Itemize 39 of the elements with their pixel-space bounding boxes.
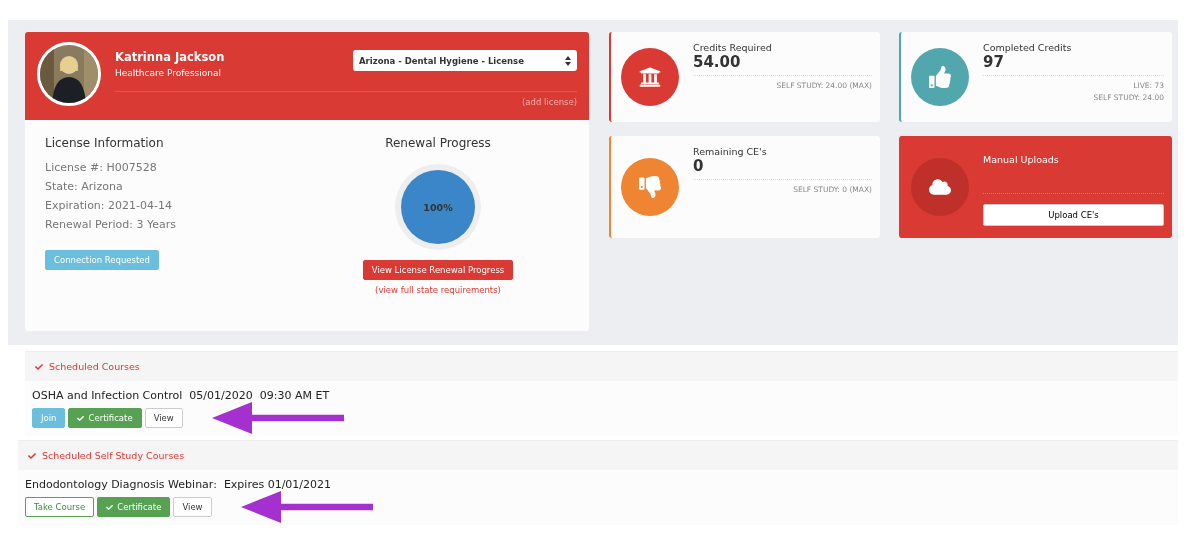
stat-value: 54.00 [693,53,742,71]
stat-value: 0 [693,157,705,175]
user-role: Healthcare Professional [115,68,222,78]
panel-title: Scheduled Self Study Courses [42,450,185,461]
course-title: OSHA and Infection Control 05/01/2020 09:30 AM ET [31,388,331,404]
section-heading: Renewal Progress [385,136,491,150]
section-heading: License Information [45,136,165,150]
check-icon [77,414,85,422]
certificate-button[interactable]: Certificate [97,497,171,517]
sort-icon [565,55,571,66]
view-button[interactable]: View [173,497,212,517]
check-icon [106,503,114,511]
bank-icon [639,66,661,88]
cloud-icon [929,176,951,198]
stat-label: Remaining CE's [693,146,768,157]
license-detail: License #: H007528 [45,160,158,176]
thumbs-down-icon [639,176,661,198]
thumbs-up-icon [929,66,951,88]
stat-label: Completed Credits [983,42,1073,53]
take-button[interactable]: Take Course [25,497,95,517]
progress-reading: 100% [423,201,453,213]
license-select[interactable]: Arizona - Dental Hygiene - License [353,50,577,71]
upload-button[interactable]: Upload CE's [983,204,1164,226]
state-requirements-link[interactable]: (view full state requirements) [375,285,501,295]
add-license-link[interactable]: (add license) [522,97,577,107]
stat-label: Credits Required [693,42,773,53]
license-detail: State: Arizona [45,179,124,195]
license-detail: Renewal Period: 3 Years [45,217,177,233]
user-name: Katrinna Jackson [115,50,225,64]
check-icon [35,362,43,371]
panel-title: Scheduled Courses [49,361,140,372]
course-title: Endodontology Diagnosis Webinar: Expires 01/01/2021 [24,477,333,493]
view-progress-button[interactable]: View License Renewal Progress [362,260,514,280]
license-detail: Expiration: 2021-04-14 [45,198,173,214]
check-icon [28,451,36,460]
certificate-button[interactable]: Certificate [68,408,142,428]
stat-label: Manual Uploads [983,154,1060,165]
stat-value: 97 [983,53,1005,71]
view-button[interactable]: View [144,408,183,428]
